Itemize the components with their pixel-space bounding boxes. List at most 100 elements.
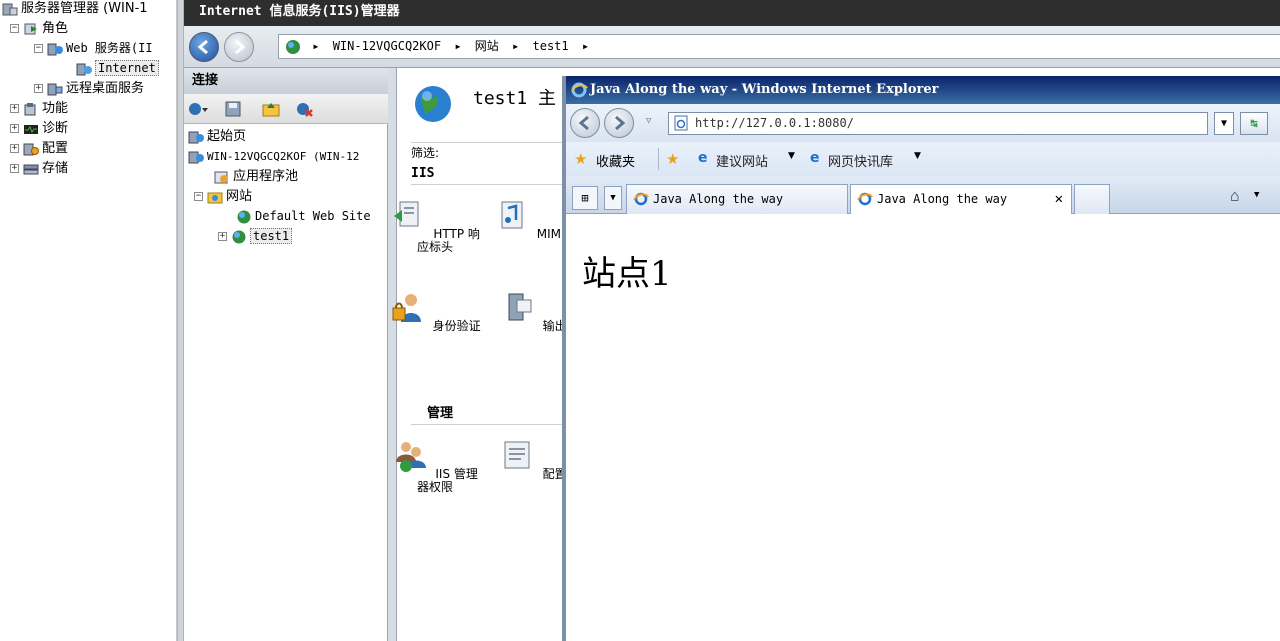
output-caching-icon bbox=[508, 293, 532, 321]
favorites-star-icon: ★ bbox=[574, 150, 588, 168]
home-icon[interactable]: ⌂ bbox=[1230, 186, 1240, 205]
forward-button[interactable] bbox=[224, 32, 254, 62]
favorites-button[interactable]: 收藏夹 bbox=[596, 151, 635, 170]
connections-header: 连接 bbox=[184, 68, 388, 94]
chevron-down-icon[interactable]: ▼ bbox=[1254, 190, 1259, 200]
ie-title-bar[interactable]: Java Along the way - Windows Internet Ex… bbox=[566, 76, 1280, 104]
iis-title-bar: Internet 信息服务(IIS)管理器 bbox=[184, 0, 1280, 26]
mime-types-icon bbox=[501, 201, 523, 229]
conn-tree-sites[interactable]: − 网站 bbox=[194, 188, 252, 205]
collapse-icon[interactable]: − bbox=[194, 192, 203, 201]
close-tab-icon[interactable]: ✕ bbox=[1055, 185, 1063, 213]
ie-page-content: 站点1 bbox=[566, 214, 1280, 641]
ie-navigation-bar: ▽ http://127.0.0.1:8080/ ▼ ↹ bbox=[566, 104, 1280, 142]
tree-node-diagnostics[interactable]: + 诊断 bbox=[10, 120, 68, 137]
tree-node-iis[interactable]: Internet bbox=[76, 60, 159, 77]
ie-logo-icon bbox=[633, 192, 649, 206]
save-icon[interactable] bbox=[224, 100, 242, 118]
tree-node-configuration[interactable]: + 配置 bbox=[10, 140, 68, 157]
iis-icon bbox=[76, 63, 92, 75]
expand-icon[interactable]: + bbox=[34, 84, 43, 93]
ie-logo-icon bbox=[857, 192, 873, 206]
collapse-icon[interactable]: − bbox=[10, 24, 19, 33]
connections-toolbar bbox=[184, 94, 388, 124]
history-dropdown-icon[interactable]: ▽ bbox=[646, 116, 651, 126]
connect-icon[interactable] bbox=[187, 100, 209, 118]
config-editor-icon bbox=[504, 441, 530, 469]
ie-window-title: Java Along the way - Windows Internet Ex… bbox=[590, 82, 939, 97]
connections-pane: 连接 起始页 WIN-12VQGCQ2KOF (WIN-12 应用程序池 − 网站… bbox=[184, 68, 388, 641]
expand-icon[interactable]: + bbox=[10, 144, 19, 153]
tree-node-server-manager[interactable]: 服务器管理器 (WIN-1 bbox=[2, 0, 148, 17]
breadcrumb-item-server[interactable]: WIN-12VQGCQ2KOF bbox=[333, 39, 441, 53]
conn-tree-default-site[interactable]: Default Web Site bbox=[236, 208, 371, 225]
new-tab-button[interactable] bbox=[1074, 184, 1110, 214]
expand-icon[interactable]: + bbox=[10, 124, 19, 133]
app-pool-icon bbox=[214, 171, 228, 183]
iis-address-bar: ▸ WIN-12VQGCQ2KOF ▸ 网站 ▸ test1 ▸ bbox=[184, 26, 1280, 68]
ie-page-icon: e bbox=[698, 150, 708, 166]
tree-node-web-server[interactable]: − Web 服务器(II bbox=[34, 40, 153, 57]
forward-arrow-icon bbox=[235, 39, 246, 55]
server-icon bbox=[188, 151, 204, 163]
breadcrumb[interactable]: ▸ WIN-12VQGCQ2KOF ▸ 网站 ▸ test1 ▸ bbox=[278, 34, 1280, 59]
collapse-icon[interactable]: − bbox=[34, 44, 43, 53]
roles-icon bbox=[24, 23, 37, 34]
section-iis-header: IIS bbox=[411, 166, 435, 181]
section-divider bbox=[411, 424, 567, 425]
quick-tabs-button[interactable]: ⊞ bbox=[572, 186, 598, 210]
http-headers-icon bbox=[394, 201, 419, 227]
page-heading: 站点1 bbox=[582, 254, 672, 294]
rds-icon bbox=[47, 83, 63, 95]
page-title: test1 主 bbox=[473, 88, 557, 109]
expand-icon[interactable]: + bbox=[10, 164, 19, 173]
breadcrumb-item-test1[interactable]: test1 bbox=[533, 39, 569, 53]
breadcrumb-separator: ▸ bbox=[312, 39, 320, 53]
conn-tree-server[interactable]: WIN-12VQGCQ2KOF (WIN-12 bbox=[188, 148, 359, 165]
breadcrumb-separator: ▸ bbox=[581, 39, 590, 53]
conn-tree-app-pools[interactable]: 应用程序池 bbox=[214, 168, 298, 185]
breadcrumb-item-sites[interactable]: 网站 bbox=[475, 39, 499, 53]
tree-node-roles[interactable]: − 角色 bbox=[10, 20, 68, 37]
feature-authentication[interactable]: 身份验证 bbox=[389, 290, 481, 333]
filter-label: 筛选: bbox=[411, 142, 567, 162]
folder-up-icon[interactable] bbox=[262, 100, 280, 118]
globe-icon bbox=[286, 39, 300, 54]
pane-gap bbox=[388, 68, 396, 641]
suggested-sites-link[interactable]: 建议网站 bbox=[716, 151, 768, 170]
pane-splitter[interactable] bbox=[177, 0, 184, 641]
tree-node-storage[interactable]: + 存储 bbox=[10, 160, 68, 177]
ie-tab-1[interactable]: Java Along the way bbox=[626, 184, 848, 214]
address-dropdown-button[interactable]: ▼ bbox=[1214, 112, 1234, 135]
globe-icon bbox=[237, 210, 251, 223]
ie-back-button[interactable] bbox=[570, 108, 600, 138]
ie-forward-button[interactable] bbox=[604, 108, 634, 138]
chevron-down-icon[interactable]: ▼ bbox=[914, 151, 921, 161]
back-button[interactable] bbox=[189, 32, 219, 62]
breadcrumb-separator: ▸ bbox=[454, 39, 462, 53]
tree-node-rds[interactable]: + 远程桌面服务 bbox=[34, 80, 144, 97]
web-server-icon bbox=[47, 43, 63, 55]
refresh-button[interactable]: ↹ bbox=[1240, 112, 1268, 135]
breadcrumb-separator: ▸ bbox=[512, 39, 520, 53]
page-icon bbox=[674, 115, 688, 131]
expand-icon[interactable]: + bbox=[10, 104, 19, 113]
web-slice-gallery-link[interactable]: 网页快讯库 bbox=[828, 151, 893, 170]
ie-url-text: http://127.0.0.1:8080/ bbox=[695, 116, 854, 130]
chevron-down-icon[interactable]: ▼ bbox=[788, 151, 795, 161]
start-page-icon bbox=[188, 131, 204, 143]
expand-icon[interactable]: + bbox=[218, 232, 227, 241]
ie-page-icon: e bbox=[810, 150, 820, 166]
diagnostics-icon bbox=[24, 124, 38, 134]
ie-logo-icon bbox=[571, 82, 588, 98]
feature-iis-manager-permissions[interactable]: IIS 管理器权限 bbox=[389, 438, 481, 494]
add-favorite-icon[interactable]: ★ bbox=[666, 150, 679, 168]
tab-list-button[interactable]: ▼ bbox=[604, 186, 622, 210]
disconnect-icon[interactable] bbox=[294, 100, 314, 118]
conn-tree-start-page[interactable]: 起始页 bbox=[188, 128, 246, 145]
ie-tab-2[interactable]: Java Along the way ✕ bbox=[850, 184, 1072, 214]
feature-http-headers[interactable]: HTTP 响应标头 bbox=[389, 198, 481, 254]
tree-node-features[interactable]: + 功能 bbox=[10, 100, 68, 117]
conn-tree-test1[interactable]: + test1 bbox=[218, 228, 293, 245]
ie-address-input[interactable]: http://127.0.0.1:8080/ bbox=[668, 112, 1208, 135]
